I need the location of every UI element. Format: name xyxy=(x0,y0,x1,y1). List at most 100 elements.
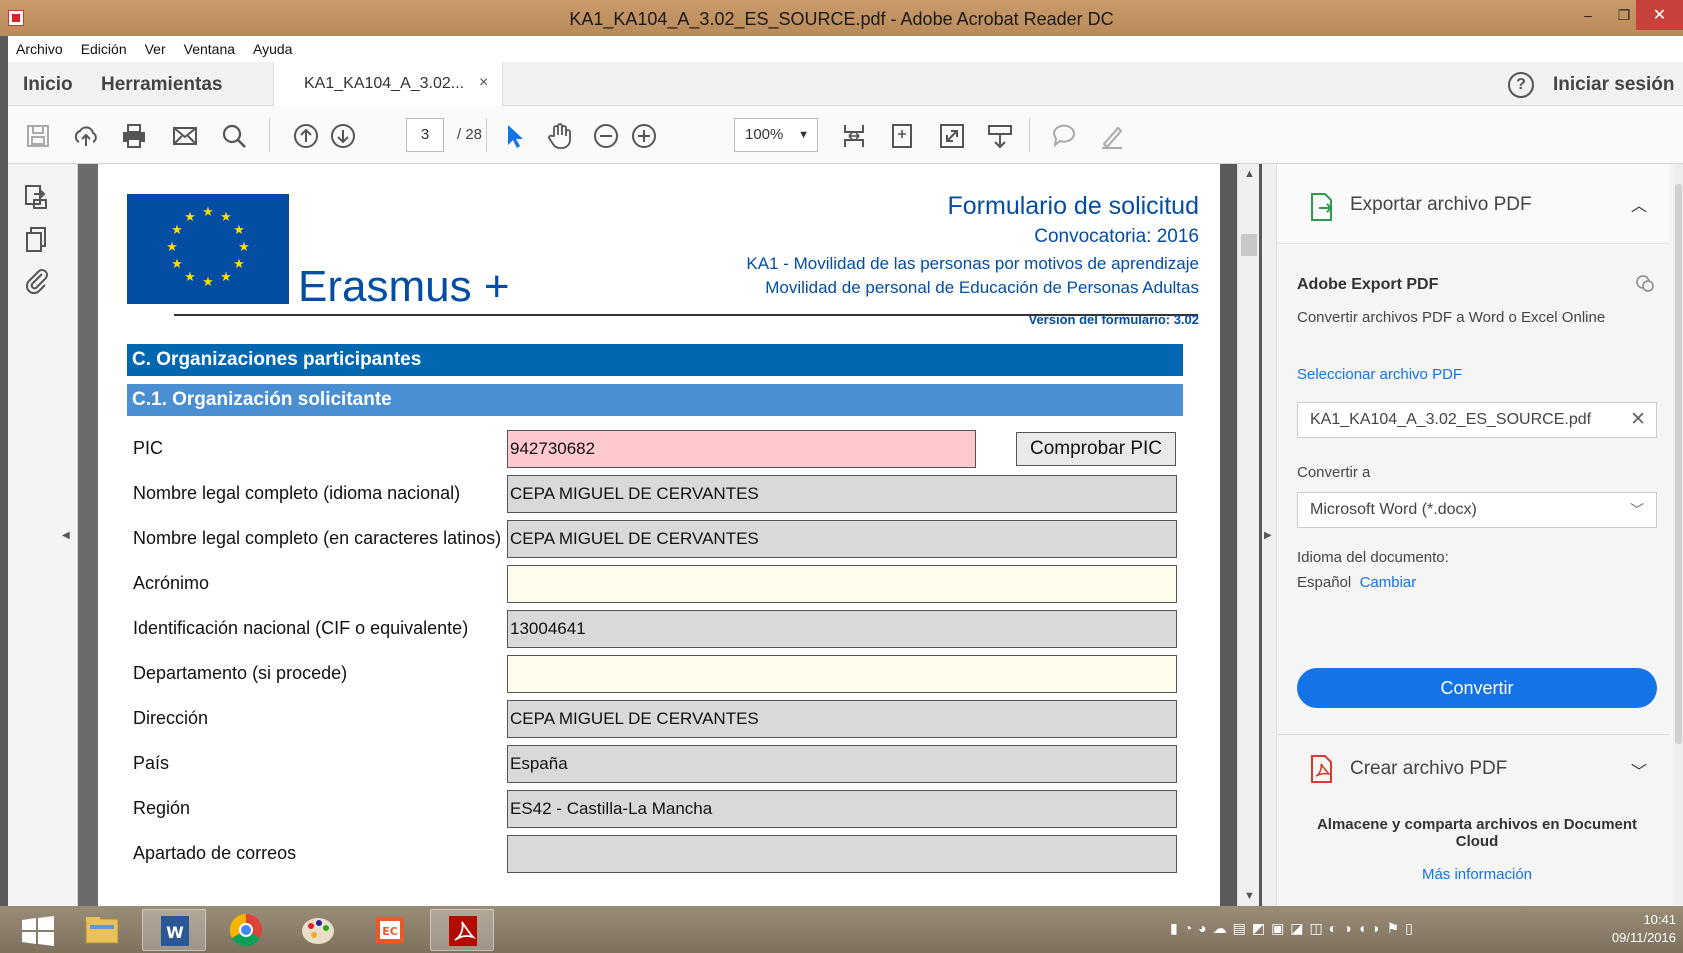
collapse-left-pane-icon[interactable]: ◀ xyxy=(62,530,70,541)
mail-icon[interactable] xyxy=(171,122,199,150)
previous-page-icon[interactable] xyxy=(292,122,320,150)
create-pdf-title[interactable]: Crear archivo PDF xyxy=(1350,758,1507,780)
document-tab-label: KA1_KA104_A_3.02... xyxy=(304,75,465,92)
search-icon[interactable] xyxy=(220,122,248,150)
select-cursor-icon[interactable] xyxy=(500,122,528,150)
zoom-select[interactable]: 100% ▼ xyxy=(734,118,818,152)
print-icon[interactable] xyxy=(120,122,148,150)
pic-input[interactable]: 942730682 xyxy=(507,430,976,468)
sector-title: Movilidad de personal de Educación de Pe… xyxy=(765,278,1199,297)
scroll-mode-icon[interactable] xyxy=(986,122,1014,150)
svg-text:W: W xyxy=(166,923,184,942)
export-pdf-header[interactable]: Exportar archivo PDF ︿ xyxy=(1277,164,1669,244)
export-pdf-icon xyxy=(1311,193,1333,221)
acronym-input[interactable] xyxy=(507,565,1177,603)
service-description: Convertir archivos PDF a Word o Excel On… xyxy=(1297,309,1606,326)
region-input[interactable]: ES42 - Castilla-La Mancha xyxy=(507,790,1177,828)
field-label-legal-name-national: Nombre legal completo (idioma nacional) xyxy=(133,483,461,503)
attachments-icon[interactable] xyxy=(22,266,52,296)
clock-date: 09/11/2016 xyxy=(1611,930,1676,945)
menu-archivo[interactable]: Archivo xyxy=(16,41,63,57)
more-info-link[interactable]: Más información xyxy=(1297,866,1657,883)
zoom-out-icon[interactable] xyxy=(592,122,620,150)
word-icon: W xyxy=(161,916,189,946)
convert-format-select[interactable]: Microsoft Word (*.docx) ﹀ xyxy=(1297,492,1657,528)
fit-page-icon[interactable] xyxy=(840,122,868,150)
taskbar-file-explorer[interactable] xyxy=(70,909,134,951)
tab-document[interactable]: KA1_KA104_A_3.02... × xyxy=(273,62,503,106)
change-language-link[interactable]: Cambiar xyxy=(1360,574,1417,591)
menu-ayuda[interactable]: Ayuda xyxy=(253,41,292,57)
taskbar-clock[interactable]: 10:41 09/11/2016 xyxy=(1596,911,1676,947)
convert-button[interactable]: Convertir xyxy=(1297,668,1657,708)
collapse-right-pane[interactable]: ▶ xyxy=(1262,164,1276,906)
system-tray-icons[interactable]: ▮◔◕☁▤◩▣◪◫◐◑◖◗⚑▯ xyxy=(1170,920,1419,937)
taskbar-paint[interactable] xyxy=(286,909,350,951)
expand-right-pane-icon[interactable]: ▶ xyxy=(1264,530,1272,541)
full-screen-icon[interactable] xyxy=(938,122,966,150)
address-input[interactable]: CEPA MIGUEL DE CERVANTES xyxy=(507,700,1177,738)
menu-ventana[interactable]: Ventana xyxy=(184,41,235,57)
windows-start-icon[interactable] xyxy=(20,916,56,946)
svg-text:★: ★ xyxy=(233,257,245,272)
taskbar-word[interactable]: W xyxy=(142,909,206,951)
clear-file-icon[interactable]: ✕ xyxy=(1630,403,1646,437)
taskbar-chrome[interactable] xyxy=(214,909,278,951)
window-title: KA1_KA104_A_3.02_ES_SOURCE.pdf - Adobe A… xyxy=(569,9,1114,29)
legal-name-latin-input[interactable]: CEPA MIGUEL DE CERVANTES xyxy=(507,520,1177,558)
service-name: Adobe Export PDF xyxy=(1297,276,1439,293)
menu-ver[interactable]: Ver xyxy=(145,41,166,57)
panel-divider xyxy=(1277,734,1669,735)
erasmus-plus-logo: Erasmus + xyxy=(298,262,510,311)
close-window-button[interactable]: ✕ xyxy=(1636,0,1683,30)
language-row: Español Cambiar xyxy=(1297,574,1416,591)
check-pic-button[interactable]: Comprobar PIC xyxy=(1016,432,1176,466)
country-input[interactable]: España xyxy=(507,745,1177,783)
tab-herramientas[interactable]: Herramientas xyxy=(101,74,222,96)
department-input[interactable] xyxy=(507,655,1177,693)
chrome-icon xyxy=(229,913,262,947)
po-box-input[interactable] xyxy=(507,835,1177,873)
field-label-legal-name-latin: Nombre legal completo (en caracteres lat… xyxy=(133,528,502,548)
legal-name-national-input[interactable]: CEPA MIGUEL DE CERVANTES xyxy=(507,475,1177,513)
scroll-down-icon[interactable]: ▼ xyxy=(1244,890,1255,902)
menu-edicion[interactable]: Edición xyxy=(81,41,127,57)
page-number-input[interactable]: 3 xyxy=(406,118,444,152)
language-value: Español xyxy=(1297,574,1352,591)
panel-scrollbar-thumb[interactable] xyxy=(1675,184,1682,744)
sign-in-link[interactable]: Iniciar sesión xyxy=(1553,74,1674,96)
menu-bar: Archivo Edición Ver Ventana Ayuda xyxy=(8,36,1683,62)
scrollbar-thumb[interactable] xyxy=(1241,234,1257,256)
hand-tool-icon[interactable] xyxy=(546,122,574,150)
help-icon[interactable]: ? xyxy=(1508,72,1534,98)
toolbar-separator xyxy=(269,118,270,152)
next-page-icon[interactable] xyxy=(329,122,357,150)
taskbar-acrobat[interactable] xyxy=(430,909,494,951)
upload-cloud-icon[interactable] xyxy=(72,122,100,150)
chevron-down-icon: ﹀ xyxy=(1630,502,1644,518)
close-tab-icon[interactable]: × xyxy=(479,74,488,92)
document-scrollbar[interactable]: ▲ ▼ xyxy=(1237,164,1259,906)
app-ec-icon: EC xyxy=(376,917,404,943)
page-thumbnails-icon[interactable] xyxy=(22,182,52,212)
scroll-up-icon[interactable]: ▲ xyxy=(1244,168,1255,180)
selected-file-field[interactable]: KA1_KA104_A_3.02_ES_SOURCE.pdf ✕ xyxy=(1297,402,1657,438)
save-icon[interactable] xyxy=(24,122,52,150)
comment-icon[interactable] xyxy=(1050,122,1078,150)
zoom-in-icon[interactable] xyxy=(630,122,658,150)
panel-scrollbar[interactable] xyxy=(1673,164,1683,906)
bookmarks-icon[interactable] xyxy=(22,224,52,254)
tab-inicio[interactable]: Inicio xyxy=(23,74,73,96)
taskbar-app-ec[interactable]: EC xyxy=(358,909,422,951)
highlight-pen-icon[interactable] xyxy=(1098,122,1126,150)
svg-text:★: ★ xyxy=(171,223,183,238)
field-label-acronym: Acrónimo xyxy=(133,573,210,593)
chevron-down-icon[interactable]: ﹀ xyxy=(1631,758,1647,782)
section-header: C. Organizaciones participantes xyxy=(127,344,1183,376)
select-pdf-link[interactable]: Seleccionar archivo PDF xyxy=(1297,366,1462,383)
national-id-input[interactable]: 13004641 xyxy=(507,610,1177,648)
chevron-up-icon[interactable]: ︿ xyxy=(1631,192,1647,216)
subsection-header: C.1. Organización solicitante xyxy=(127,384,1183,416)
toolbar-separator xyxy=(486,118,487,152)
rotate-page-icon[interactable] xyxy=(888,122,916,150)
